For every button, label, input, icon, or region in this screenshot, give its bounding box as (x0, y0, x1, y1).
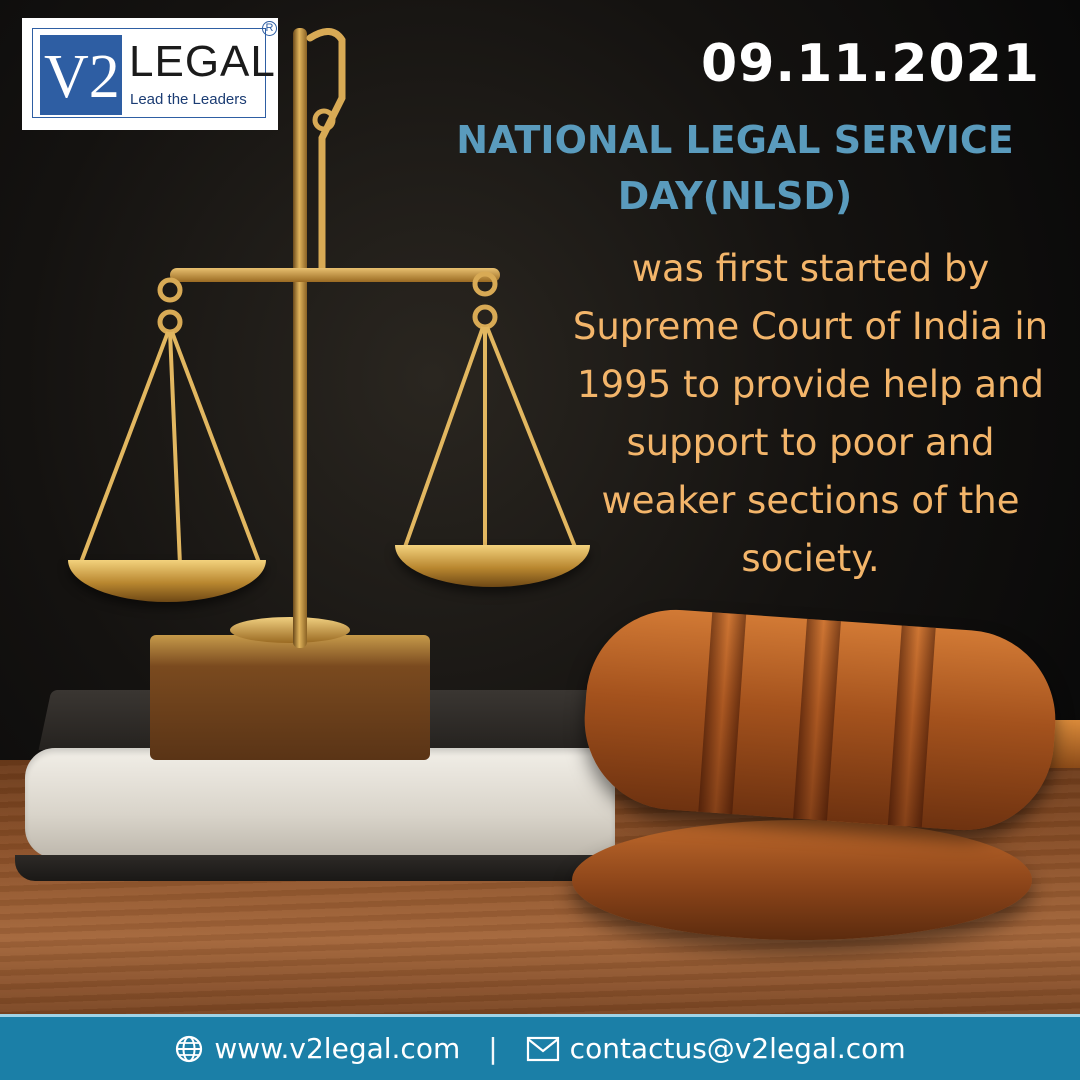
v2-legal-logo: V2 LEGAL Lead the Leaders R (22, 18, 278, 130)
scale-left-chains (78, 277, 262, 566)
email-text: contactus@v2legal.com (569, 1032, 906, 1065)
footer-separator: | (488, 1032, 498, 1065)
description-line-4: support to poor and (626, 421, 995, 464)
v2-logo-mark: V2 (40, 35, 122, 115)
event-date: 09.11.2021 (701, 34, 1040, 94)
description-line-3: 1995 to provide help and (577, 363, 1044, 406)
scale-top-ornament (306, 28, 346, 272)
scale-pan-left (68, 560, 266, 602)
book-pages (25, 748, 615, 858)
registered-mark: R (262, 21, 277, 36)
description: was first started by Supreme Court of In… (548, 240, 1073, 588)
book-cover-bottom (15, 855, 615, 881)
envelope-icon (526, 1036, 559, 1061)
contact-footer: www.v2legal.com | contactus@v2legal.com (0, 1014, 1080, 1080)
website-text: www.v2legal.com (214, 1032, 461, 1065)
description-line-5: weaker sections of the (601, 479, 1020, 522)
gavel-sound-block (572, 820, 1032, 940)
headline-line-2: DAY(NLSD) (617, 174, 853, 218)
logo-word: LEGAL (129, 37, 276, 86)
email-link[interactable]: contactus@v2legal.com (526, 1032, 906, 1065)
gavel-band-right (887, 625, 936, 828)
logo-tagline: Lead the Leaders (130, 91, 247, 108)
description-line-2: Supreme Court of India in (572, 305, 1049, 348)
gavel-head (578, 603, 1062, 837)
website-link[interactable]: www.v2legal.com (174, 1032, 460, 1065)
gavel-band-left (698, 612, 747, 815)
scale-base (150, 617, 430, 760)
headline-line-1: NATIONAL LEGAL SERVICE (456, 118, 1014, 162)
description-line-1: was first started by (631, 247, 990, 290)
poster: V2 LEGAL Lead the Leaders R 09.11.2021 N… (0, 0, 1080, 1080)
description-line-6: society. (741, 537, 880, 580)
globe-icon (176, 1035, 203, 1062)
gavel-band-middle (793, 618, 841, 821)
logo-mark-text: V2 (44, 43, 120, 111)
headline: NATIONAL LEGAL SERVICE DAY(NLSD) (430, 112, 1040, 224)
